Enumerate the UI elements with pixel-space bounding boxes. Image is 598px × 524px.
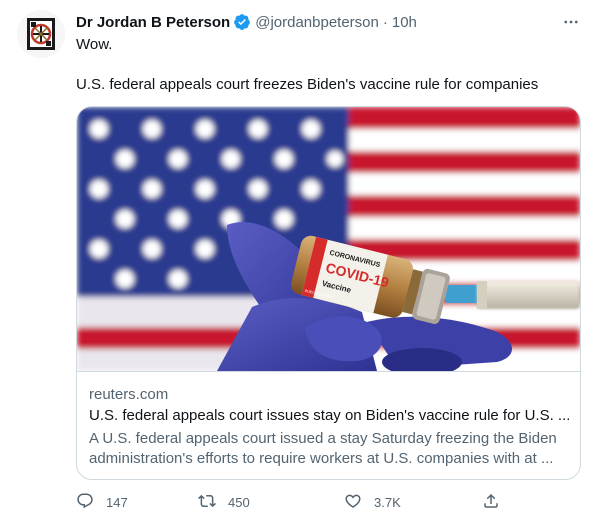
like-count: 3.7K [374, 494, 401, 510]
tweet-header: Dr Jordan B Peterson @jordanbpeterson · … [76, 12, 581, 32]
card-image[interactable]: CORONAVIRUS COVID-19 Vaccine INJECTION O… [77, 107, 580, 371]
link-card[interactable]: CORONAVIRUS COVID-19 Vaccine INJECTION O… [76, 106, 581, 480]
separator: · [382, 13, 388, 31]
retweet-count: 450 [228, 494, 250, 510]
card-description: A U.S. federal appeals court issued a st… [89, 429, 569, 469]
tweet-actions: 147 450 3.7K [76, 490, 506, 514]
card-domain: reuters.com [89, 386, 169, 403]
share-button[interactable] [482, 490, 500, 514]
timestamp[interactable]: 10h [392, 14, 417, 31]
reply-button[interactable]: 147 [76, 490, 128, 514]
more-icon[interactable] [561, 12, 581, 32]
avatar[interactable] [17, 10, 65, 58]
display-name[interactable]: Dr Jordan B Peterson [76, 14, 230, 31]
reply-count: 147 [106, 494, 128, 510]
verified-badge-icon [233, 13, 251, 31]
avatar-image [17, 10, 65, 58]
like-button[interactable]: 3.7K [344, 490, 401, 514]
card-description-line2: administration's efforts to require work… [89, 450, 554, 467]
card-divider [77, 371, 580, 372]
tweet[interactable]: Dr Jordan B Peterson @jordanbpeterson · … [0, 0, 598, 524]
retweet-button[interactable]: 450 [198, 490, 250, 514]
tweet-text-line1: Wow. [76, 36, 113, 53]
retweet-icon [198, 492, 216, 513]
like-icon [344, 492, 362, 513]
reply-icon [76, 492, 94, 513]
card-description-line1: A U.S. federal appeals court issued a st… [89, 430, 557, 447]
card-title[interactable]: U.S. federal appeals court issues stay o… [89, 407, 569, 424]
handle[interactable]: @jordanbpeterson [255, 14, 379, 31]
tweet-text-line2: U.S. federal appeals court freezes Biden… [76, 76, 539, 93]
share-icon [482, 492, 500, 513]
